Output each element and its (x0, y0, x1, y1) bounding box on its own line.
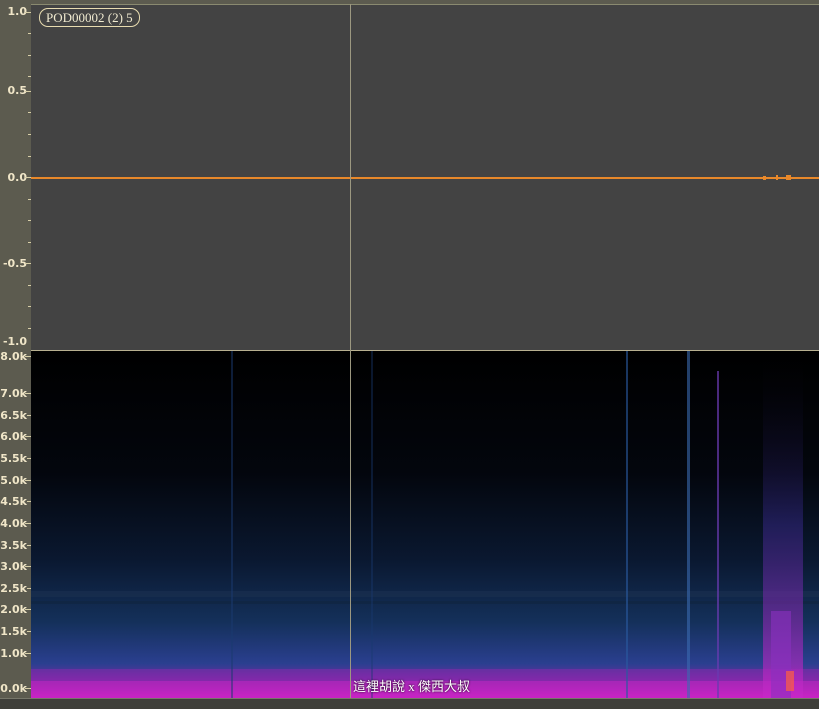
spec-ruler-label: 2.0k (0, 603, 27, 616)
spec-ruler-label: 5.5k (0, 452, 27, 465)
horizontal-scrollbar[interactable] (0, 698, 819, 709)
spec-ruler-label: 7.0k (0, 387, 27, 400)
vertical-ruler[interactable]: 1.0 0.5 0.0 -0.5 -1.0 8.0k 7.0k 6.5k 6.0… (0, 0, 31, 698)
spectrogram-view[interactable] (31, 351, 819, 698)
clip-name-label[interactable]: POD00002 (2) 5 (39, 8, 140, 27)
spec-ruler-label: 3.0k (0, 560, 27, 573)
wave-ruler-label: -1.0 (2, 335, 27, 348)
spec-ruler-label: 8.0k (0, 350, 27, 363)
playhead-cursor[interactable] (350, 4, 351, 698)
spec-ruler-label: 3.5k (0, 539, 27, 552)
wave-ruler-label: -0.5 (2, 257, 27, 270)
spec-ruler-label: 5.0k (0, 474, 27, 487)
waveform-view[interactable]: POD00002 (2) 5 (31, 4, 819, 351)
spec-ruler-label: 2.5k (0, 582, 27, 595)
spec-ruler-label: 0.0k (0, 682, 27, 695)
spec-ruler-label: 4.0k (0, 517, 27, 530)
caption-overlay: 這裡胡說 x 傑西大叔 (353, 679, 471, 694)
waveform-blips (763, 175, 791, 180)
spec-ruler-label: 6.0k (0, 430, 27, 443)
spectrogram-image (31, 351, 819, 698)
spec-ruler-label: 1.5k (0, 625, 27, 638)
spec-ruler-label: 4.5k (0, 495, 27, 508)
spec-ruler-label: 1.0k (0, 647, 27, 660)
spec-ruler-label: 6.5k (0, 409, 27, 422)
